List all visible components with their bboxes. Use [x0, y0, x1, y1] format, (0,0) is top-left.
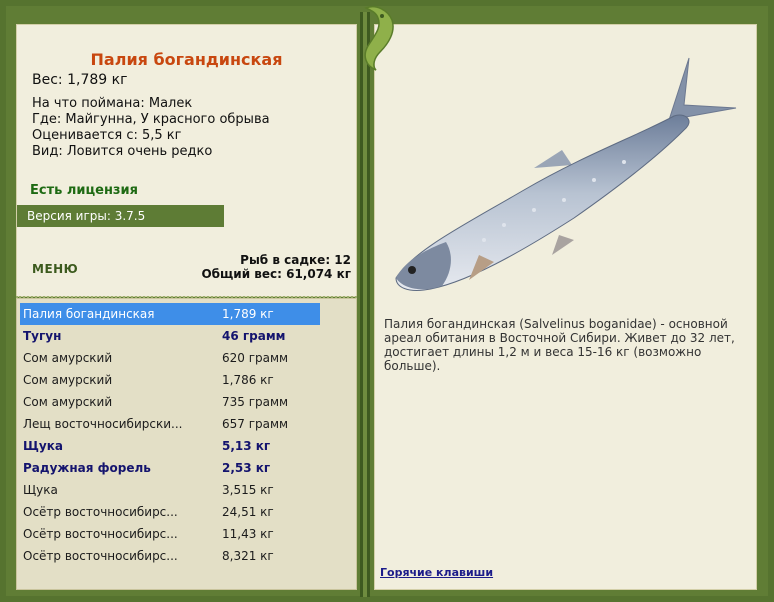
- list-item-name: Сом амурский: [23, 351, 113, 365]
- list-item[interactable]: Осётр восточносибирс... 11,43 кг: [20, 523, 320, 545]
- list-item[interactable]: Радужная форель 2,53 кг: [20, 457, 320, 479]
- list-item-weight: 8,321 кг: [222, 549, 274, 563]
- cage-stats: Рыб в садке: 12 Общий вес: 61,074 кг: [201, 253, 351, 281]
- list-item-weight: 735 грамм: [222, 395, 289, 409]
- menu-button[interactable]: МЕНЮ: [32, 262, 78, 276]
- panel-divider-highlight: [363, 12, 367, 597]
- fish-location: Где: Майгунна, У красного обрыва: [32, 112, 270, 127]
- list-item-weight: 46 грамм: [222, 329, 286, 343]
- fish-image: [395, 57, 737, 291]
- list-item-weight: 2,53 кг: [222, 461, 271, 475]
- license-status: Есть лицензия: [30, 183, 138, 198]
- list-item[interactable]: Сом амурский 1,786 кг: [20, 369, 320, 391]
- list-item-weight: 5,13 кг: [222, 439, 271, 453]
- list-item-name: Щука: [23, 439, 63, 453]
- cage-total-weight: Общий вес: 61,074 кг: [201, 267, 351, 281]
- list-item[interactable]: Тугун 46 грамм: [20, 325, 320, 347]
- list-item[interactable]: Сом амурский 735 грамм: [20, 391, 320, 413]
- list-item[interactable]: Сом амурский 620 грамм: [20, 347, 320, 369]
- list-item-weight: 11,43 кг: [222, 527, 274, 541]
- list-item-weight: 24,51 кг: [222, 505, 274, 519]
- fish-title: Палия богандинская: [90, 50, 283, 69]
- fish-description: Палия богандинская (Salvelinus boganidae…: [384, 317, 735, 373]
- list-item-name: Щука: [23, 483, 58, 497]
- list-item-name: Сом амурский: [23, 373, 113, 387]
- list-item-name: Лещ восточносибирски...: [23, 417, 183, 431]
- cage-count: Рыб в садке: 12: [240, 253, 351, 267]
- list-item[interactable]: Лещ восточносибирски... 657 грамм: [20, 413, 320, 435]
- logo-icon: [364, 6, 394, 71]
- list-item[interactable]: Палия богандинская 1,789 кг: [20, 303, 320, 325]
- list-item[interactable]: Щука 5,13 кг: [20, 435, 320, 457]
- list-item-weight: 1,789 кг: [222, 307, 274, 321]
- fish-rarity: Вид: Ловится очень редко: [32, 144, 213, 159]
- list-item[interactable]: Щука 3,515 кг: [20, 479, 320, 501]
- list-item-name: Сом амурский: [23, 395, 113, 409]
- list-item-name: Тугун: [23, 329, 62, 343]
- list-item-name: Осётр восточносибирс...: [23, 527, 178, 541]
- list-item-weight: 620 грамм: [222, 351, 289, 365]
- list-item-name: Осётр восточносибирс...: [23, 549, 178, 563]
- list-item[interactable]: Осётр восточносибирс... 24,51 кг: [20, 501, 320, 523]
- list-item-name: Палия богандинская: [23, 307, 155, 321]
- fish-bait: На что поймана: Малек: [32, 96, 193, 111]
- list-item-weight: 3,515 кг: [222, 483, 274, 497]
- hotkeys-link[interactable]: Горячие клавиши: [380, 566, 493, 579]
- list-item-name: Радужная форель: [23, 461, 151, 475]
- version-bar: Версия игры: 3.7.5: [17, 205, 224, 227]
- list-item-weight: 657 грамм: [222, 417, 289, 431]
- fish-weight: Вес: 1,789 кг: [32, 72, 128, 88]
- list-item[interactable]: Осётр восточносибирс... 8,321 кг: [20, 545, 320, 567]
- list-item-weight: 1,786 кг: [222, 373, 274, 387]
- list-item-name: Осётр восточносибирс...: [23, 505, 178, 519]
- fish-estimate: Оценивается с: 5,5 кг: [32, 128, 182, 143]
- catch-list: Палия богандинская 1,789 кг Тугун 46 грамм С…: [20, 303, 320, 567]
